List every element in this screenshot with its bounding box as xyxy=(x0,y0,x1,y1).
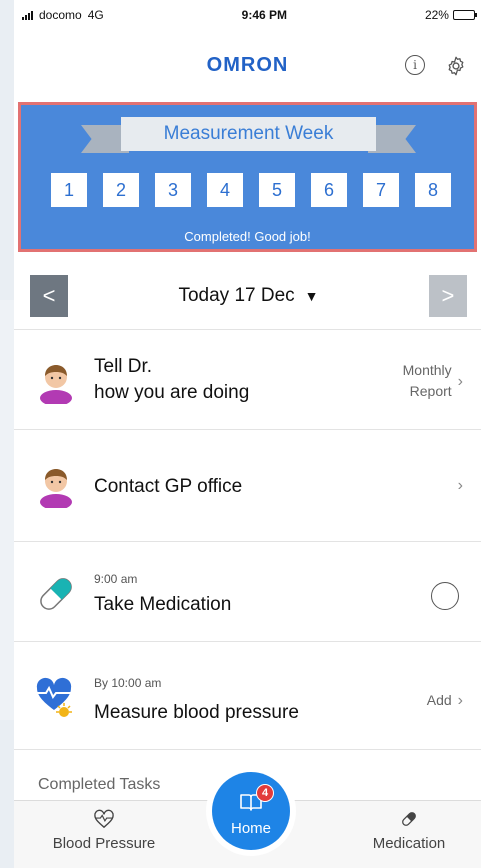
pill-tab-icon xyxy=(402,812,416,826)
date-label: Today 17 Dec xyxy=(178,284,295,306)
date-selector[interactable]: Today 17 Dec ▼ xyxy=(178,285,318,307)
task-title: Measure blood pressure xyxy=(94,702,299,723)
day-box: 5 xyxy=(259,173,295,207)
task-title: Tell Dr. how you are doing xyxy=(94,354,249,406)
ribbon: Measurement Week xyxy=(81,115,416,157)
tab-home-label: Home xyxy=(230,820,271,837)
add-label: Add xyxy=(426,692,452,708)
measurement-week-banner[interactable]: Measurement Week 1 2 3 4 5 6 7 8 Complet… xyxy=(18,102,477,252)
info-icon[interactable]: i xyxy=(405,55,425,75)
gear-icon[interactable] xyxy=(445,55,467,77)
day-box: 8 xyxy=(415,173,451,207)
battery-icon xyxy=(452,10,477,20)
monthly-report-line2: Report xyxy=(409,383,452,399)
task-title: Take Medication xyxy=(94,594,232,615)
app-screen: docomo 4G 9:46 PM 22% OMRON i Measuremen… xyxy=(14,0,481,868)
day-box: 4 xyxy=(207,173,243,207)
omron-logo: OMRON xyxy=(206,53,289,76)
chevron-right-icon: › xyxy=(457,692,463,709)
day-box: 1 xyxy=(51,173,87,207)
carrier-name: docomo xyxy=(39,8,82,22)
heart-icon xyxy=(94,809,114,829)
tab-medication[interactable]: Medication xyxy=(354,809,464,852)
tab-medication-label: Medication xyxy=(372,835,446,852)
home-button[interactable]: 4 Home xyxy=(212,772,290,850)
caret-down-icon: ▼ xyxy=(304,287,319,304)
tab-home[interactable]: 4 Home xyxy=(206,766,296,856)
battery-percent: 22% xyxy=(424,8,449,22)
chevron-right-icon: › xyxy=(457,477,463,494)
completed-tasks-header[interactable]: Completed Tasks xyxy=(38,776,160,794)
task-time: 9:00 am xyxy=(94,572,138,586)
monthly-report-link[interactable]: Monthly› Report› xyxy=(403,360,463,402)
day-box: 6 xyxy=(311,173,347,207)
measurement-week-title: Measurement Week xyxy=(121,117,376,151)
task-tell-doctor[interactable]: Tell Dr. how you are doing Monthly › Repo… xyxy=(14,330,481,430)
tab-blood-pressure[interactable]: Blood Pressure xyxy=(34,809,174,852)
doctor-icon xyxy=(40,365,72,404)
day-list: 1 2 3 4 5 6 7 8 xyxy=(51,173,451,207)
chevron-right-icon: › xyxy=(457,373,463,390)
status-bar: docomo 4G 9:46 PM 22% xyxy=(14,0,481,30)
battery-status: 22% xyxy=(424,8,477,22)
day-box: 7 xyxy=(363,173,399,207)
complete-checkbox[interactable] xyxy=(431,582,459,610)
doctor-icon xyxy=(40,469,72,508)
task-title-line2: how you are doing xyxy=(94,382,250,403)
notification-badge: 4 xyxy=(256,784,274,802)
add-measurement-button[interactable]: Add › xyxy=(427,690,463,711)
tab-blood-pressure-label: Blood Pressure xyxy=(52,835,156,852)
day-box: 2 xyxy=(103,173,139,207)
task-title: Contact GP office xyxy=(94,476,243,497)
task-contact-gp[interactable]: Contact GP office › xyxy=(14,430,481,542)
network-type: 4G xyxy=(87,8,104,22)
task-take-medication[interactable]: 9:00 am Take Medication xyxy=(14,542,481,642)
next-day-button[interactable]: > xyxy=(428,274,467,317)
carrier-info: docomo 4G xyxy=(22,8,104,22)
date-navigator: < Today 17 Dec ▼ > xyxy=(14,262,481,330)
app-header: OMRON i xyxy=(14,30,481,100)
day-box: 3 xyxy=(155,173,191,207)
pill-icon xyxy=(40,578,72,610)
signal-icon xyxy=(22,10,33,20)
previous-day-button[interactable]: < xyxy=(30,274,68,317)
task-time: By 10:00 am xyxy=(94,676,162,690)
task-measure-bp[interactable]: By 10:00 am Measure blood pressure Add › xyxy=(14,642,481,750)
week-status-text: Completed! Good job! xyxy=(184,229,311,244)
heart-sun-icon xyxy=(36,677,72,717)
task-title-line1: Tell Dr. xyxy=(94,356,153,377)
monthly-report-line1: Monthly xyxy=(402,362,452,378)
clock: 9:46 PM xyxy=(241,8,288,22)
